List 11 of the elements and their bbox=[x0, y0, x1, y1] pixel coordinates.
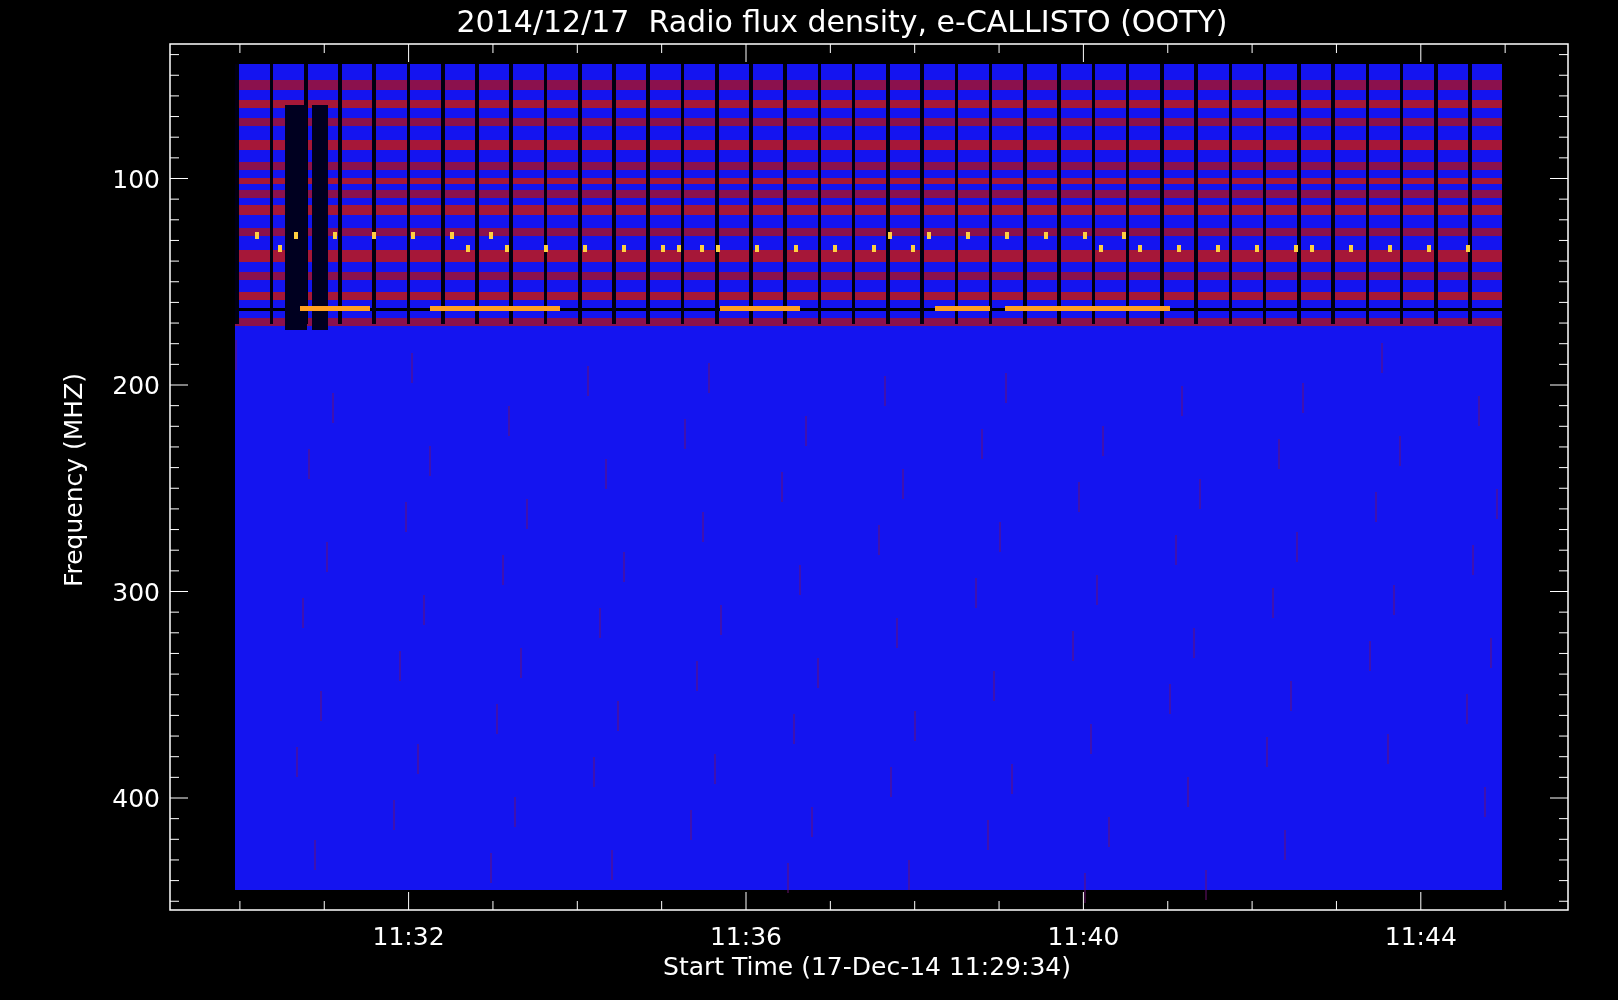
x-tick-label: 11:36 bbox=[710, 922, 782, 951]
y-tick-label: 400 bbox=[112, 784, 160, 813]
x-tick-label: 11:44 bbox=[1384, 922, 1457, 951]
y-axis-label: Frequency (MHZ) bbox=[59, 372, 88, 588]
y-tick-label: 300 bbox=[112, 577, 160, 607]
x-tick-label: 11:32 bbox=[372, 922, 445, 951]
plot-title: 2014/12/17 Radio flux density, e-CALLISTO (OOTY) bbox=[456, 4, 1228, 39]
y-tick-label: 100 bbox=[112, 164, 160, 194]
x-axis-label: Start Time (17-Dec-14 11:29:34) bbox=[663, 952, 1071, 981]
x-tick-label: 11:40 bbox=[1047, 922, 1120, 951]
y-tick-label: 200 bbox=[112, 371, 160, 400]
